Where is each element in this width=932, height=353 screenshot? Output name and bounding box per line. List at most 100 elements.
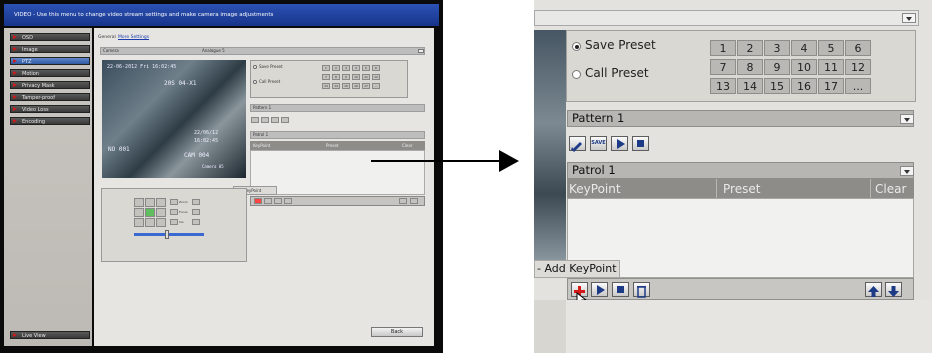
- iris-plus-button[interactable]: [170, 219, 178, 225]
- preset-button[interactable]: 14: [737, 78, 763, 94]
- preset-button[interactable]: 17: [362, 83, 370, 89]
- preset-button[interactable]: 16: [791, 78, 817, 94]
- sidebar-item-tamper-proof[interactable]: Tamper-proof: [10, 93, 90, 101]
- delete-keypoint-button[interactable]: [633, 282, 650, 298]
- radio-save-preset[interactable]: [572, 42, 581, 51]
- live-view-button[interactable]: Live View: [10, 331, 90, 339]
- preset-button[interactable]: ...: [372, 83, 380, 89]
- stop-button[interactable]: [281, 117, 289, 123]
- ptz-right-button[interactable]: [156, 208, 166, 217]
- preset-button[interactable]: 12: [845, 59, 871, 75]
- sidebar-item-image[interactable]: Image: [10, 45, 90, 53]
- sidebar-item-privacy-mask[interactable]: Privacy Mask: [10, 81, 90, 89]
- ptz-down-right-button[interactable]: [156, 218, 166, 227]
- preset-button[interactable]: 8: [332, 74, 340, 80]
- pattern-select[interactable]: [250, 104, 425, 112]
- patrol-select[interactable]: Patrol 1: [567, 162, 914, 179]
- arrow-icon: [13, 35, 17, 39]
- preset-button[interactable]: 1: [322, 65, 330, 71]
- preset-button[interactable]: 3: [342, 65, 350, 71]
- preset-button[interactable]: 2: [737, 40, 763, 56]
- preset-button[interactable]: 15: [764, 78, 790, 94]
- move-up-button[interactable]: [399, 198, 407, 204]
- patrol-select[interactable]: [250, 131, 425, 139]
- arrow-icon: [13, 333, 17, 337]
- patrol-stop-button[interactable]: [612, 282, 629, 297]
- radio-save-preset[interactable]: [253, 65, 257, 69]
- preset-button[interactable]: 5: [362, 65, 370, 71]
- preset-button[interactable]: 13: [322, 83, 330, 89]
- preset-button[interactable]: 7: [322, 74, 330, 80]
- preset-button[interactable]: 12: [372, 74, 380, 80]
- ptz-up-button[interactable]: [145, 198, 155, 207]
- ptz-down-button[interactable]: [145, 218, 155, 227]
- ptz-down-left-button[interactable]: [134, 218, 144, 227]
- pattern-select[interactable]: Pattern 1: [567, 110, 914, 127]
- ptz-panel-edge: [534, 300, 566, 353]
- preset-button[interactable]: 6: [845, 40, 871, 56]
- preset-button[interactable]: 15: [342, 83, 350, 89]
- sidebar-item-motion[interactable]: Motion: [10, 69, 90, 77]
- preset-button[interactable]: 4: [791, 40, 817, 56]
- move-down-button[interactable]: [410, 198, 418, 204]
- focus-plus-button[interactable]: [170, 209, 178, 215]
- stop-pattern-button[interactable]: [632, 136, 649, 151]
- radio-call-preset[interactable]: [253, 80, 257, 84]
- speed-slider[interactable]: [134, 233, 204, 236]
- play-pattern-button[interactable]: [611, 136, 628, 151]
- preset-button[interactable]: ...: [845, 78, 871, 94]
- preset-button[interactable]: 5: [818, 40, 844, 56]
- preset-button[interactable]: 4: [352, 65, 360, 71]
- preset-button[interactable]: 11: [818, 59, 844, 75]
- chevron-down-icon[interactable]: [418, 49, 424, 53]
- delete-button[interactable]: [284, 198, 292, 204]
- preset-button[interactable]: 3: [764, 40, 790, 56]
- sidebar-item-video-loss[interactable]: Video Loss: [10, 105, 90, 113]
- ptz-up-right-button[interactable]: [156, 198, 166, 207]
- camera-select[interactable]: Analogue 5: [202, 48, 225, 53]
- radio-call-preset[interactable]: [572, 70, 581, 79]
- back-button[interactable]: Back: [371, 327, 423, 337]
- chevron-down-icon[interactable]: [900, 114, 914, 124]
- preset-button[interactable]: 6: [372, 65, 380, 71]
- preset-button[interactable]: 10: [791, 59, 817, 75]
- patrol-play-button[interactable]: [264, 198, 272, 204]
- play-button[interactable]: [271, 117, 279, 123]
- sidebar-item-osd[interactable]: OSD: [10, 33, 90, 41]
- ptz-left-button[interactable]: [134, 208, 144, 217]
- edit-button[interactable]: [251, 117, 259, 123]
- move-down-button[interactable]: [885, 282, 902, 297]
- edit-pattern-button[interactable]: [569, 136, 586, 152]
- chevron-down-icon[interactable]: [900, 166, 914, 176]
- preset-button[interactable]: 9: [764, 59, 790, 75]
- ptz-up-left-button[interactable]: [134, 198, 144, 207]
- preset-button[interactable]: 10: [352, 74, 360, 80]
- save-pattern-button[interactable]: SAVE: [590, 136, 607, 151]
- preset-button[interactable]: 13: [710, 78, 736, 94]
- preset-button[interactable]: 1: [710, 40, 736, 56]
- tab-general[interactable]: General: [98, 35, 116, 40]
- save-button[interactable]: [261, 117, 269, 123]
- preset-button[interactable]: 11: [362, 74, 370, 80]
- preset-button[interactable]: 2: [332, 65, 340, 71]
- slider-handle[interactable]: [165, 230, 169, 239]
- zoom-plus-button[interactable]: [170, 199, 178, 205]
- preset-button[interactable]: 7: [710, 59, 736, 75]
- move-up-button[interactable]: [865, 282, 882, 297]
- patrol-stop-button[interactable]: [274, 198, 282, 204]
- focus-minus-button[interactable]: [192, 209, 200, 215]
- sidebar-item-ptz[interactable]: PTZ: [10, 57, 90, 65]
- iris-minus-button[interactable]: [192, 219, 200, 225]
- preset-button[interactable]: 17: [818, 78, 844, 94]
- preset-button[interactable]: 16: [352, 83, 360, 89]
- preset-button[interactable]: 9: [342, 74, 350, 80]
- patrol-play-button[interactable]: [591, 282, 608, 297]
- preset-button[interactable]: 14: [332, 83, 340, 89]
- preset-button[interactable]: 8: [737, 59, 763, 75]
- sidebar-item-encoding[interactable]: Encoding: [10, 117, 90, 125]
- tab-more-settings[interactable]: More Settings: [118, 35, 149, 40]
- zoom-minus-button[interactable]: [192, 199, 200, 205]
- add-keypoint-button[interactable]: [254, 198, 262, 204]
- ptz-center-button[interactable]: [145, 208, 155, 217]
- chevron-down-icon[interactable]: [902, 13, 916, 23]
